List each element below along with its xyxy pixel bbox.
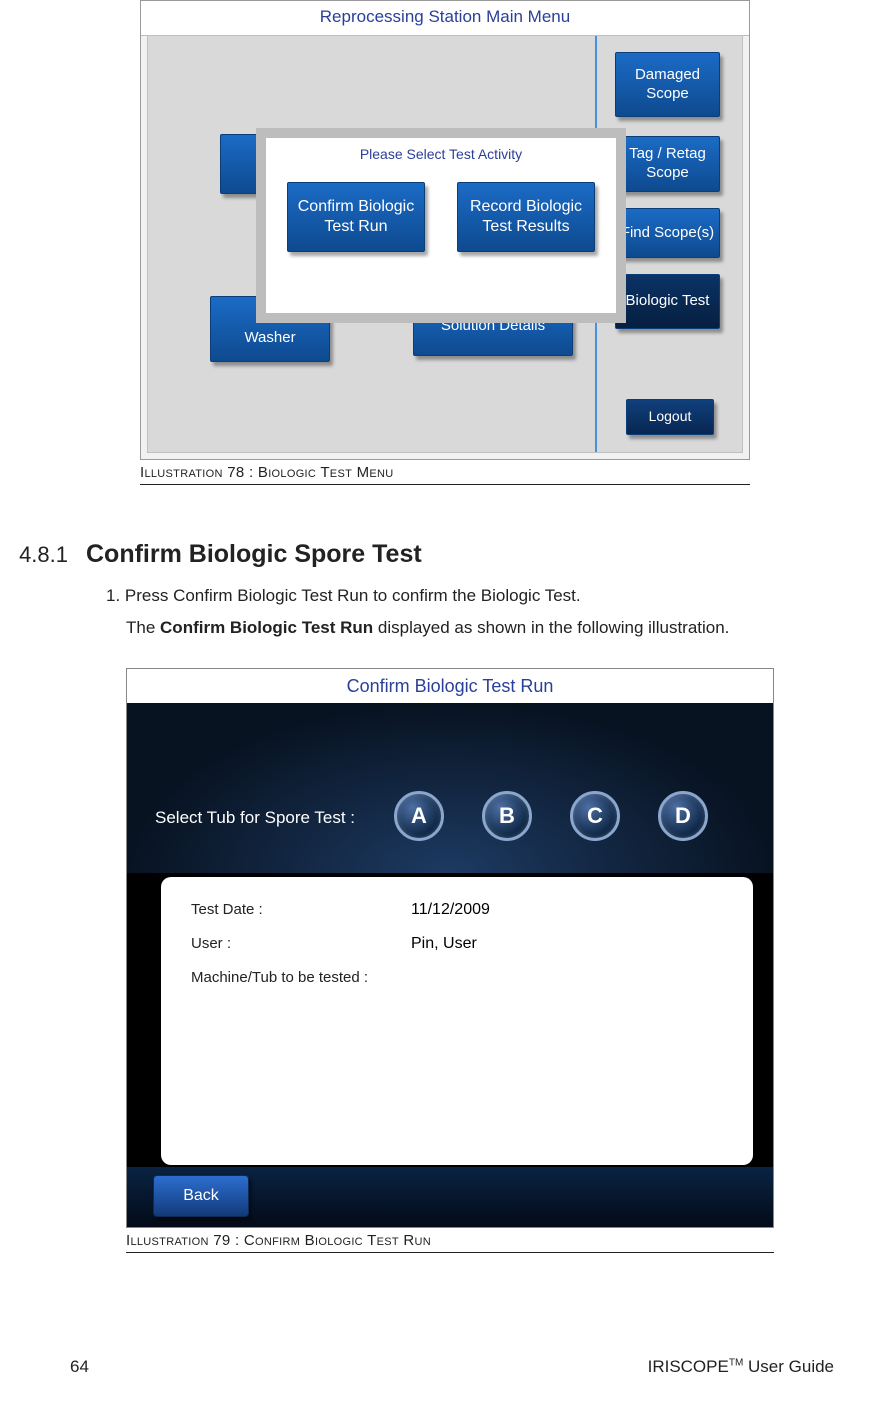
- illustration-79: Confirm Biologic Test Run Select Tub for…: [126, 668, 774, 1253]
- app-body: Damaged Scope Tag / Retag Scope Find Sco…: [147, 35, 743, 453]
- user-value: Pin, User: [411, 935, 477, 953]
- section-title: Confirm Biologic Spore Test: [86, 540, 422, 569]
- machine-tub-label: Machine/Tub to be tested :: [191, 969, 411, 986]
- back-button[interactable]: Back: [153, 1175, 249, 1217]
- section-4-8-1: 4.8.1 Confirm Biologic Spore Test 1. Pre…: [10, 540, 834, 640]
- confirm-test-run-screenshot: Confirm Biologic Test Run Select Tub for…: [126, 668, 774, 1228]
- section-number: 4.8.1: [10, 542, 68, 568]
- test-date-value: 11/12/2009: [411, 901, 490, 919]
- dialog-title: Please Select Test Activity: [266, 138, 616, 162]
- illustration-78-caption: Illustration 78 : Biologic Test Menu: [140, 462, 750, 485]
- damaged-scope-button[interactable]: Damaged Scope: [615, 52, 720, 117]
- step-note: The Confirm Biologic Test Run displayed …: [126, 617, 834, 640]
- bottom-bar: Back: [127, 1167, 773, 1227]
- confirm-window-title: Confirm Biologic Test Run: [127, 669, 773, 704]
- user-label: User :: [191, 935, 411, 953]
- logout-button[interactable]: Logout: [626, 399, 714, 435]
- find-scopes-button[interactable]: Find Scope(s): [615, 208, 720, 258]
- biologic-test-button[interactable]: Biologic Test: [615, 274, 720, 329]
- window-title: Reprocessing Station Main Menu: [141, 1, 749, 36]
- footer-product: IRISCOPETM User Guide: [648, 1357, 834, 1377]
- tag-retag-scope-button[interactable]: Tag / Retag Scope: [615, 136, 720, 192]
- tub-button-row: A B C D: [394, 791, 708, 841]
- illustration-78: Reprocessing Station Main Menu Damaged S…: [140, 0, 750, 485]
- page-number: 64: [70, 1357, 89, 1377]
- test-activity-dialog: Please Select Test Activity Confirm Biol…: [256, 128, 626, 323]
- page-footer: 64 IRISCOPETM User Guide: [0, 1357, 869, 1377]
- confirm-biologic-test-run-button[interactable]: Confirm Biologic Test Run: [287, 182, 425, 252]
- record-biologic-test-results-button[interactable]: Record Biologic Test Results: [457, 182, 595, 252]
- dialog-button-row: Confirm Biologic Test Run Record Biologi…: [266, 182, 616, 252]
- illustration-79-caption: Illustration 79 : Confirm Biologic Test …: [126, 1230, 774, 1253]
- test-date-label: Test Date :: [191, 901, 411, 919]
- tub-c-button[interactable]: C: [570, 791, 620, 841]
- tub-selection-panel: Select Tub for Spore Test : A B C D: [127, 703, 773, 873]
- step-1: 1. Press Confirm Biologic Test Run to co…: [106, 585, 834, 607]
- details-card: Test Date : 11/12/2009 User : Pin, User …: [161, 877, 753, 1165]
- tub-a-button[interactable]: A: [394, 791, 444, 841]
- main-menu-screenshot: Reprocessing Station Main Menu Damaged S…: [140, 0, 750, 460]
- tub-d-button[interactable]: D: [658, 791, 708, 841]
- tub-b-button[interactable]: B: [482, 791, 532, 841]
- select-tub-label: Select Tub for Spore Test :: [155, 808, 355, 828]
